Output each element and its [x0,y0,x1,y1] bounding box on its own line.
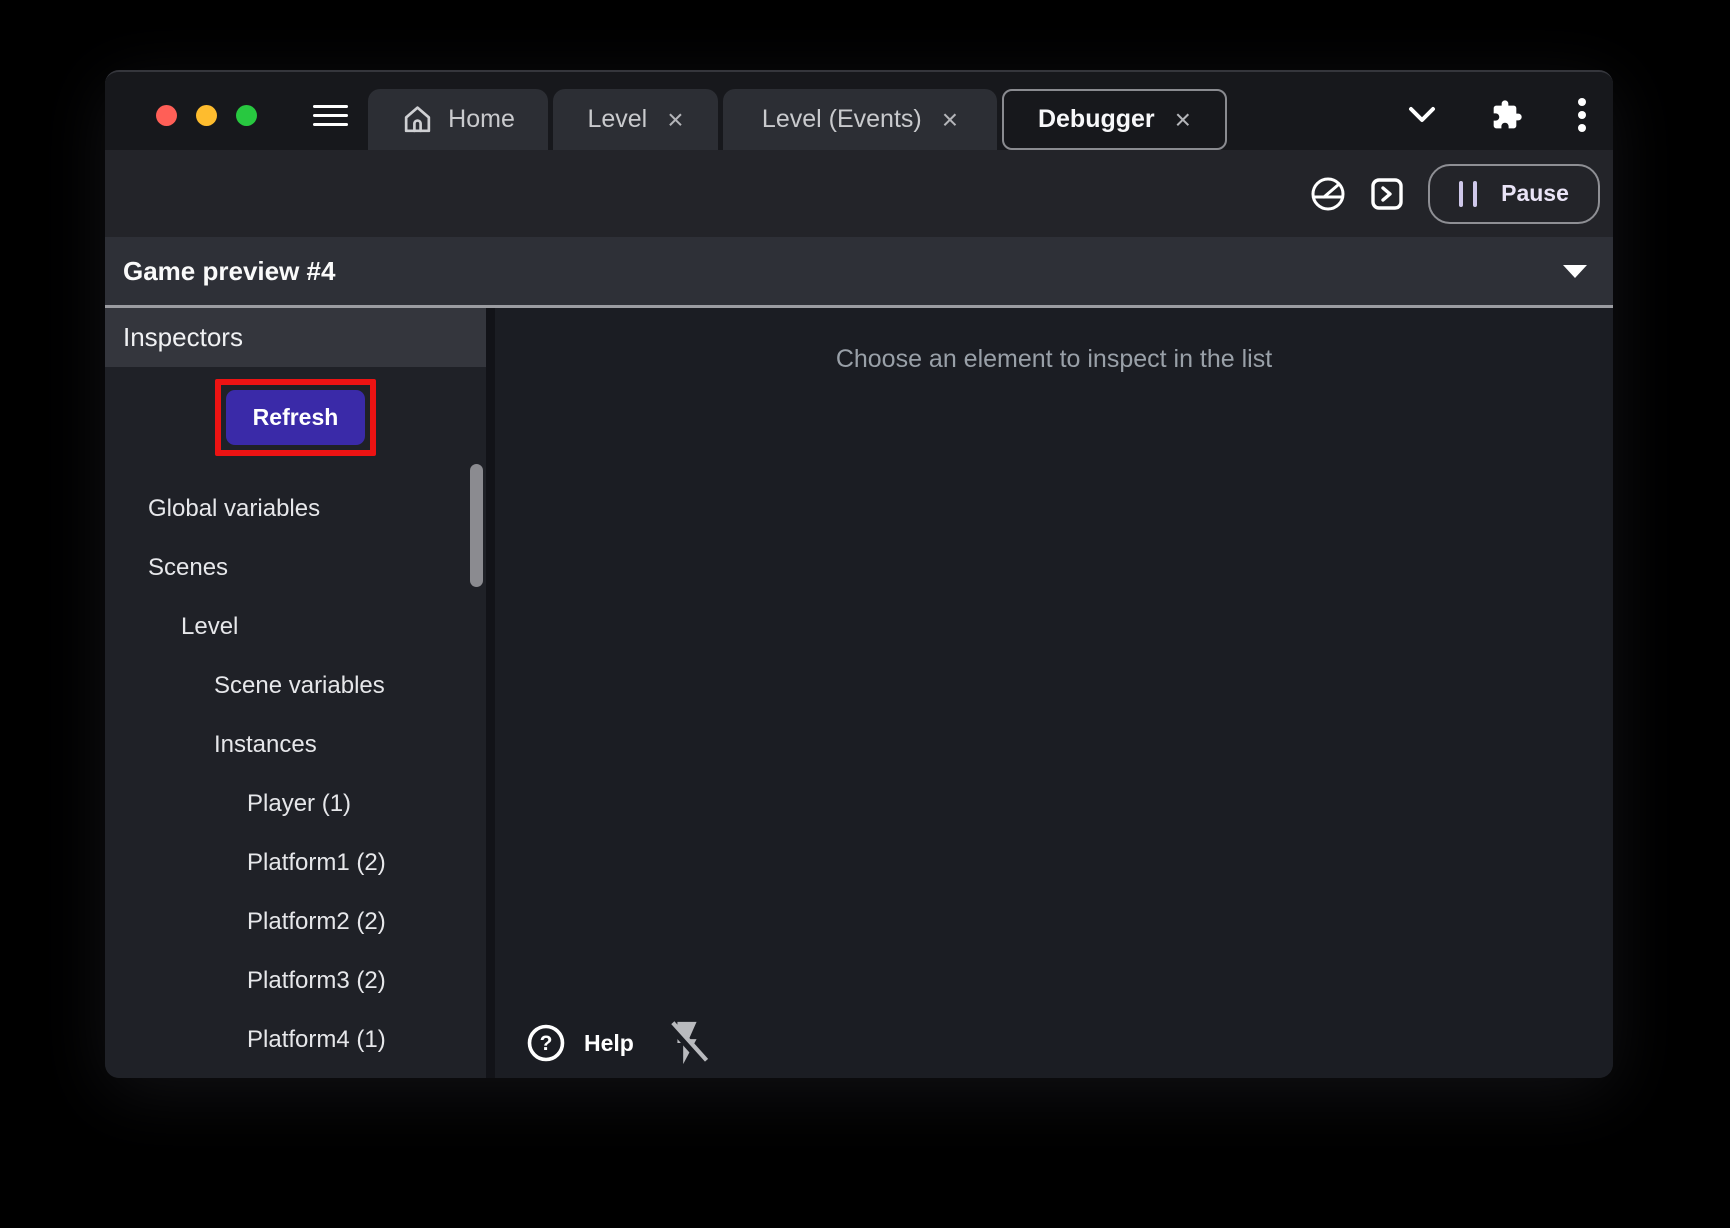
tree-item[interactable]: Global variables [105,479,486,538]
close-icon[interactable]: × [667,106,683,134]
tab-label: Debugger [1038,105,1155,134]
game-preview-selector[interactable]: Game preview #4 [105,237,1613,308]
app-window: Home Level × Level (Events) × Debugger × [105,70,1613,1078]
tabbar-right-actions [1407,97,1587,133]
tree-item[interactable]: Scene variables [105,656,486,715]
close-icon[interactable]: × [942,106,958,134]
tab-level[interactable]: Level × [553,89,718,150]
dropdown-caret-icon[interactable] [1563,265,1587,278]
pause-icon [1459,181,1477,207]
zoom-window-button[interactable] [236,105,257,126]
svg-text:?: ? [540,1032,553,1055]
tab-bar: Home Level × Level (Events) × Debugger × [105,72,1613,150]
tab-label: Level (Events) [762,105,922,134]
tab-level-events[interactable]: Level (Events) × [723,89,997,150]
refresh-button[interactable]: Refresh [226,390,366,445]
pause-button-label: Pause [1501,180,1569,207]
traffic-lights [156,105,257,126]
screen: Home Level × Level (Events) × Debugger × [0,0,1730,1228]
performance-gauge-icon[interactable] [1310,176,1346,212]
tab-strip: Home Level × Level (Events) × Debugger × [368,89,1227,150]
help-button[interactable]: Help [584,1030,634,1057]
minimize-window-button[interactable] [196,105,217,126]
tree-item[interactable]: Platform3 (2) [105,951,486,1010]
inspector-tree: Global variables Scenes Level Scene vari… [105,479,486,1069]
pause-button[interactable]: Pause [1428,164,1600,224]
close-window-button[interactable] [156,105,177,126]
inspectors-header: Inspectors [105,308,486,367]
sidebar-scrollbar-thumb[interactable] [470,464,483,587]
flash-off-icon[interactable] [664,1018,710,1068]
inspectors-sidebar: Inspectors Refresh Global variables Scen… [105,308,486,1078]
tree-item[interactable]: Scenes [105,538,486,597]
help-circle-icon[interactable]: ? [526,1023,566,1063]
game-preview-title: Game preview #4 [123,256,335,287]
refresh-area: Refresh [105,379,486,456]
tab-home[interactable]: Home [368,89,548,150]
close-icon[interactable]: × [1175,106,1191,134]
tree-item[interactable]: Level [105,597,486,656]
debugger-toolbar: Pause [105,150,1613,237]
empty-state-message: Choose an element to inspect in the list [495,345,1613,374]
panel-divider [486,308,495,1078]
tree-item[interactable]: Instances [105,715,486,774]
tree-item[interactable]: Platform1 (2) [105,833,486,892]
annotation-highlight: Refresh [215,379,377,456]
extensions-puzzle-icon[interactable] [1491,99,1523,131]
tab-debugger[interactable]: Debugger × [1002,89,1227,150]
home-icon [401,103,434,136]
debugger-content: Inspectors Refresh Global variables Scen… [105,308,1613,1078]
tab-label: Level [587,105,647,134]
console-icon[interactable] [1370,177,1404,211]
kebab-menu-icon[interactable] [1577,97,1587,133]
hamburger-menu-icon[interactable] [313,105,348,126]
chevron-down-icon[interactable] [1407,105,1437,125]
tree-item[interactable]: Platform4 (1) [105,1010,486,1069]
help-row: ? Help [526,1018,710,1068]
tab-label: Home [448,105,515,134]
tree-item[interactable]: Player (1) [105,774,486,833]
inspector-detail-panel: Choose an element to inspect in the list… [495,308,1613,1078]
tree-item[interactable]: Platform2 (2) [105,892,486,951]
